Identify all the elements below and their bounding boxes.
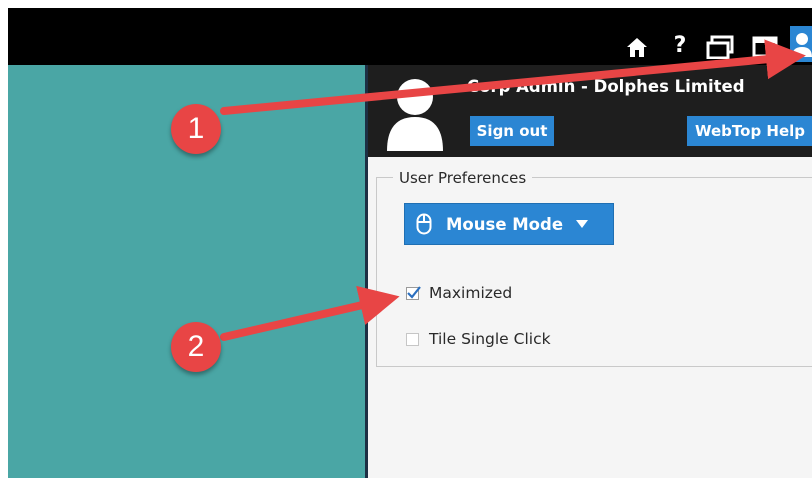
mouse-icon	[416, 213, 432, 235]
sign-out-button[interactable]: Sign out	[470, 116, 554, 146]
mouse-mode-dropdown[interactable]: Mouse Mode	[404, 203, 614, 245]
avatar	[385, 77, 445, 151]
tile-single-click-checkbox[interactable]	[406, 332, 419, 346]
checkmark-icon	[407, 285, 421, 299]
maximized-checkbox[interactable]	[406, 285, 421, 300]
window-stack-icon[interactable]	[705, 34, 735, 60]
help-icon[interactable]: ?	[671, 32, 689, 58]
mouse-mode-label: Mouse Mode	[446, 214, 564, 234]
callout-2: 2	[171, 322, 221, 372]
tile-single-click-option[interactable]: Tile Single Click	[406, 330, 551, 348]
maximized-option[interactable]: Maximized	[406, 284, 512, 302]
webtop-help-button[interactable]: WebTop Help	[687, 116, 812, 146]
home-icon[interactable]	[625, 34, 649, 60]
top-toolbar: ?	[8, 8, 812, 65]
tile-single-click-label: Tile Single Click	[429, 330, 551, 348]
user-panel: Corp Admin - Dolphes Limited Sign out We…	[365, 65, 812, 478]
user-panel-header: Corp Admin - Dolphes Limited Sign out We…	[368, 65, 812, 157]
window-icon[interactable]	[751, 34, 779, 60]
caret-down-icon	[576, 220, 589, 228]
user-name: Corp Admin - Dolphes Limited	[467, 77, 745, 96]
user-preferences-legend: User Preferences	[393, 169, 533, 187]
callout-1: 1	[171, 104, 221, 154]
maximized-label: Maximized	[429, 284, 513, 302]
user-icon[interactable]	[790, 26, 812, 62]
